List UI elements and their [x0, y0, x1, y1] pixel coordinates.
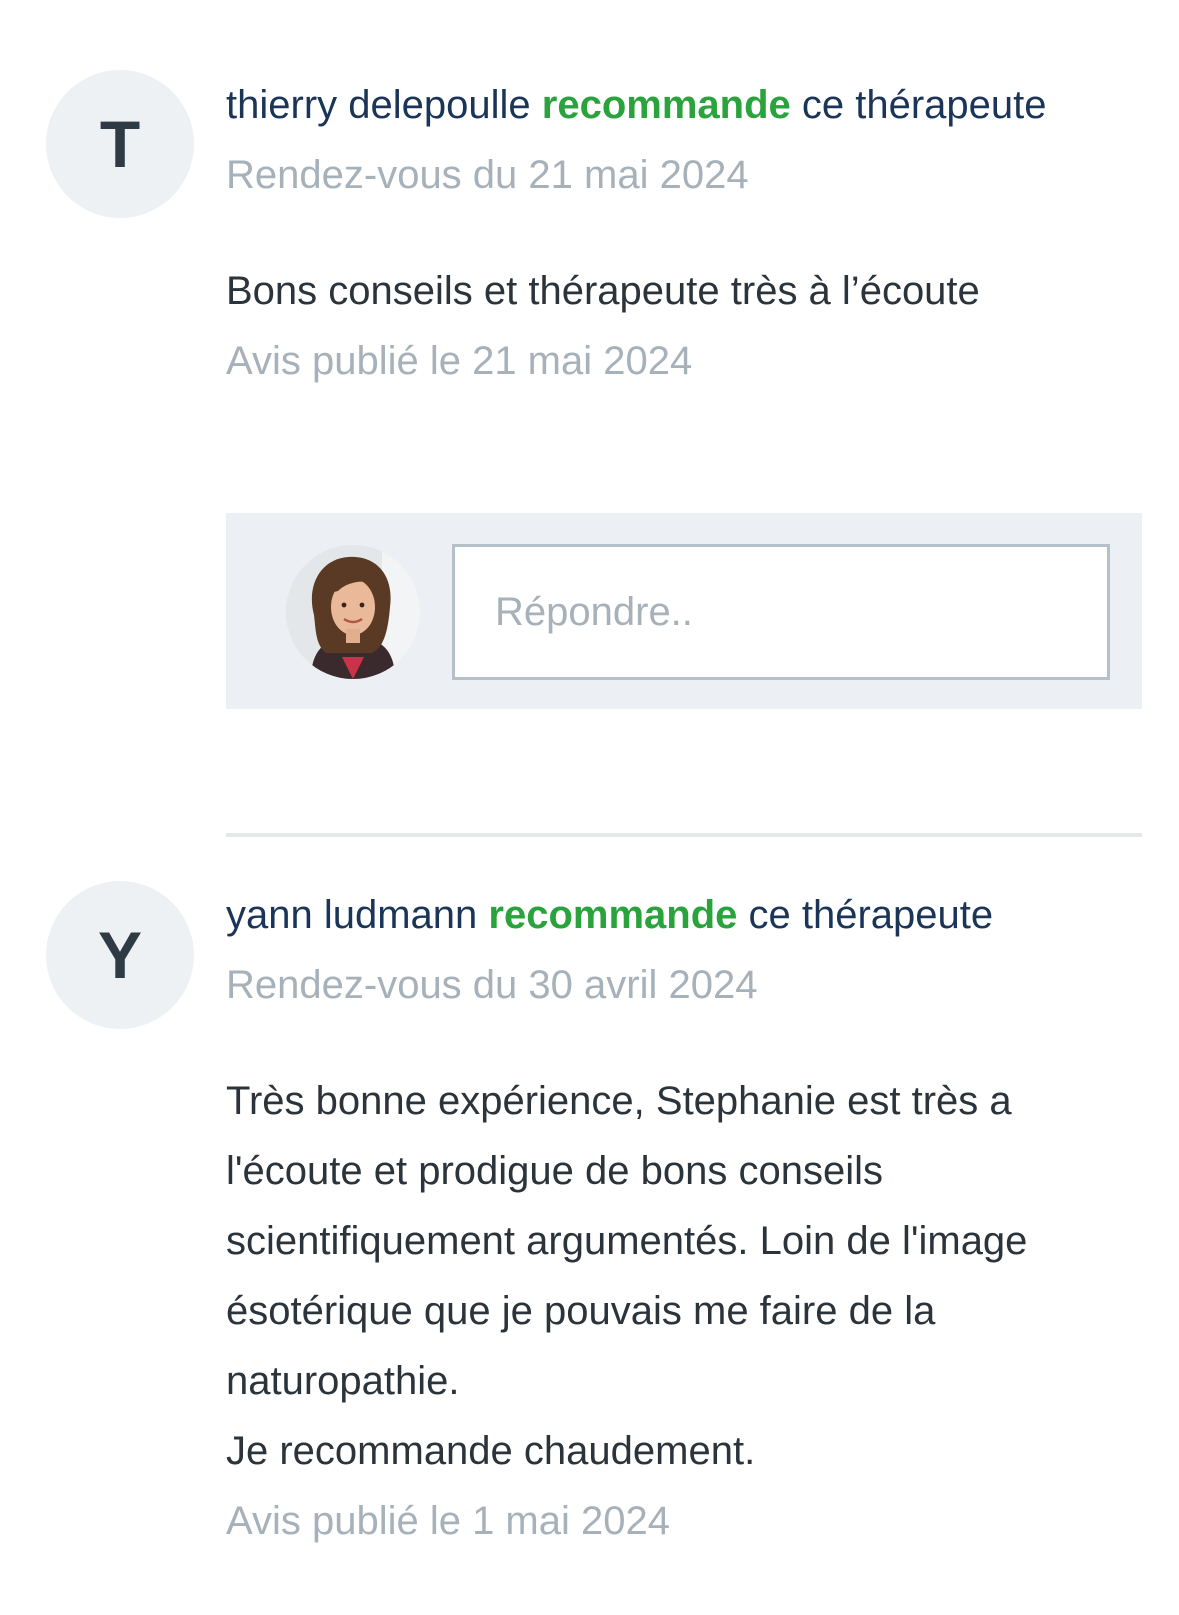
therapist-photo-icon	[286, 545, 420, 679]
published-date: Avis publié le 1 mai 2024	[226, 1499, 670, 1543]
appointment-date: Rendez-vous du 21 mai 2024	[226, 153, 749, 197]
review-headline: thierry delepoulle recommande ce thérape…	[226, 70, 1146, 140]
recommend-label: recommande	[488, 893, 738, 937]
review-content: yann ludmann recommande ce thérapeute Re…	[226, 880, 1146, 1556]
appointment-date: Rendez-vous du 30 avril 2024	[226, 963, 758, 1007]
author-name: yann ludmann	[226, 893, 478, 937]
recommend-suffix: ce thérapeute	[790, 83, 1047, 127]
avatar: T	[46, 70, 194, 218]
therapist-avatar	[286, 545, 420, 679]
reviews-page: T thierry delepoulle recommande ce théra…	[0, 0, 1179, 1615]
review-content: thierry delepoulle recommande ce thérape…	[226, 70, 1146, 396]
review-text: Bons conseils et thérapeute très à l’éco…	[226, 269, 980, 313]
published-date: Avis publié le 21 mai 2024	[226, 339, 693, 383]
recommend-label: recommande	[541, 83, 791, 127]
divider	[226, 833, 1142, 837]
reply-box	[226, 513, 1142, 709]
review-headline: yann ludmann recommande ce thérapeute	[226, 880, 1146, 950]
reply-input[interactable]	[452, 544, 1110, 680]
review-text: Très bonne expérience, Stephanie est trè…	[226, 1079, 1028, 1473]
avatar: Y	[46, 881, 194, 1029]
author-name: thierry delepoulle	[226, 83, 531, 127]
recommend-suffix: ce thérapeute	[737, 893, 994, 937]
